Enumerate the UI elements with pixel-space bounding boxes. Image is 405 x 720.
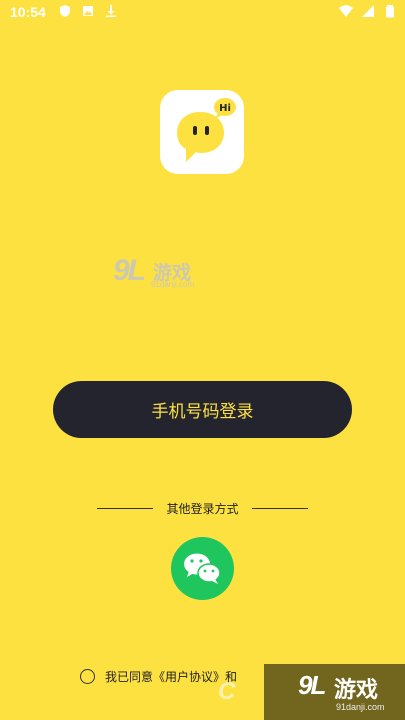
- agreement-checkbox[interactable]: [80, 668, 95, 684]
- watermark-partial: C: [218, 678, 236, 705]
- image-icon: [83, 6, 93, 16]
- watermark-top: 9L 游戏 91danji.com: [113, 254, 223, 294]
- status-time: 10:54: [10, 4, 46, 20]
- status-bar: 10:54: [0, 0, 405, 26]
- watermark-url: 91danji.com: [151, 280, 195, 289]
- watermark-bottom: C 9L 游戏 91danji.com: [218, 664, 405, 720]
- battery-icon: [386, 5, 394, 18]
- watermark-number: 9L: [298, 670, 326, 700]
- watermark-number: 9L: [113, 254, 146, 287]
- chat-bubble-icon: Hi: [177, 98, 236, 162]
- other-login-divider: 其他登录方式: [97, 498, 308, 518]
- wifi-icon: [339, 5, 353, 17]
- agreement-row: 我已同意《用户协议》和: [80, 666, 237, 686]
- shield-icon: [60, 5, 70, 17]
- logo-badge-text: Hi: [219, 103, 231, 114]
- download-icon: [106, 5, 116, 17]
- phone-login-button[interactable]: 手机号码登录: [53, 381, 352, 438]
- divider-line-right: [252, 508, 308, 509]
- app-logo: Hi: [160, 90, 244, 174]
- watermark-url: 91danji.com: [336, 702, 385, 712]
- wechat-login-button[interactable]: [171, 537, 234, 600]
- wechat-icon: [184, 553, 221, 584]
- watermark-name: 游戏: [334, 677, 379, 702]
- signal-icon: [362, 5, 374, 17]
